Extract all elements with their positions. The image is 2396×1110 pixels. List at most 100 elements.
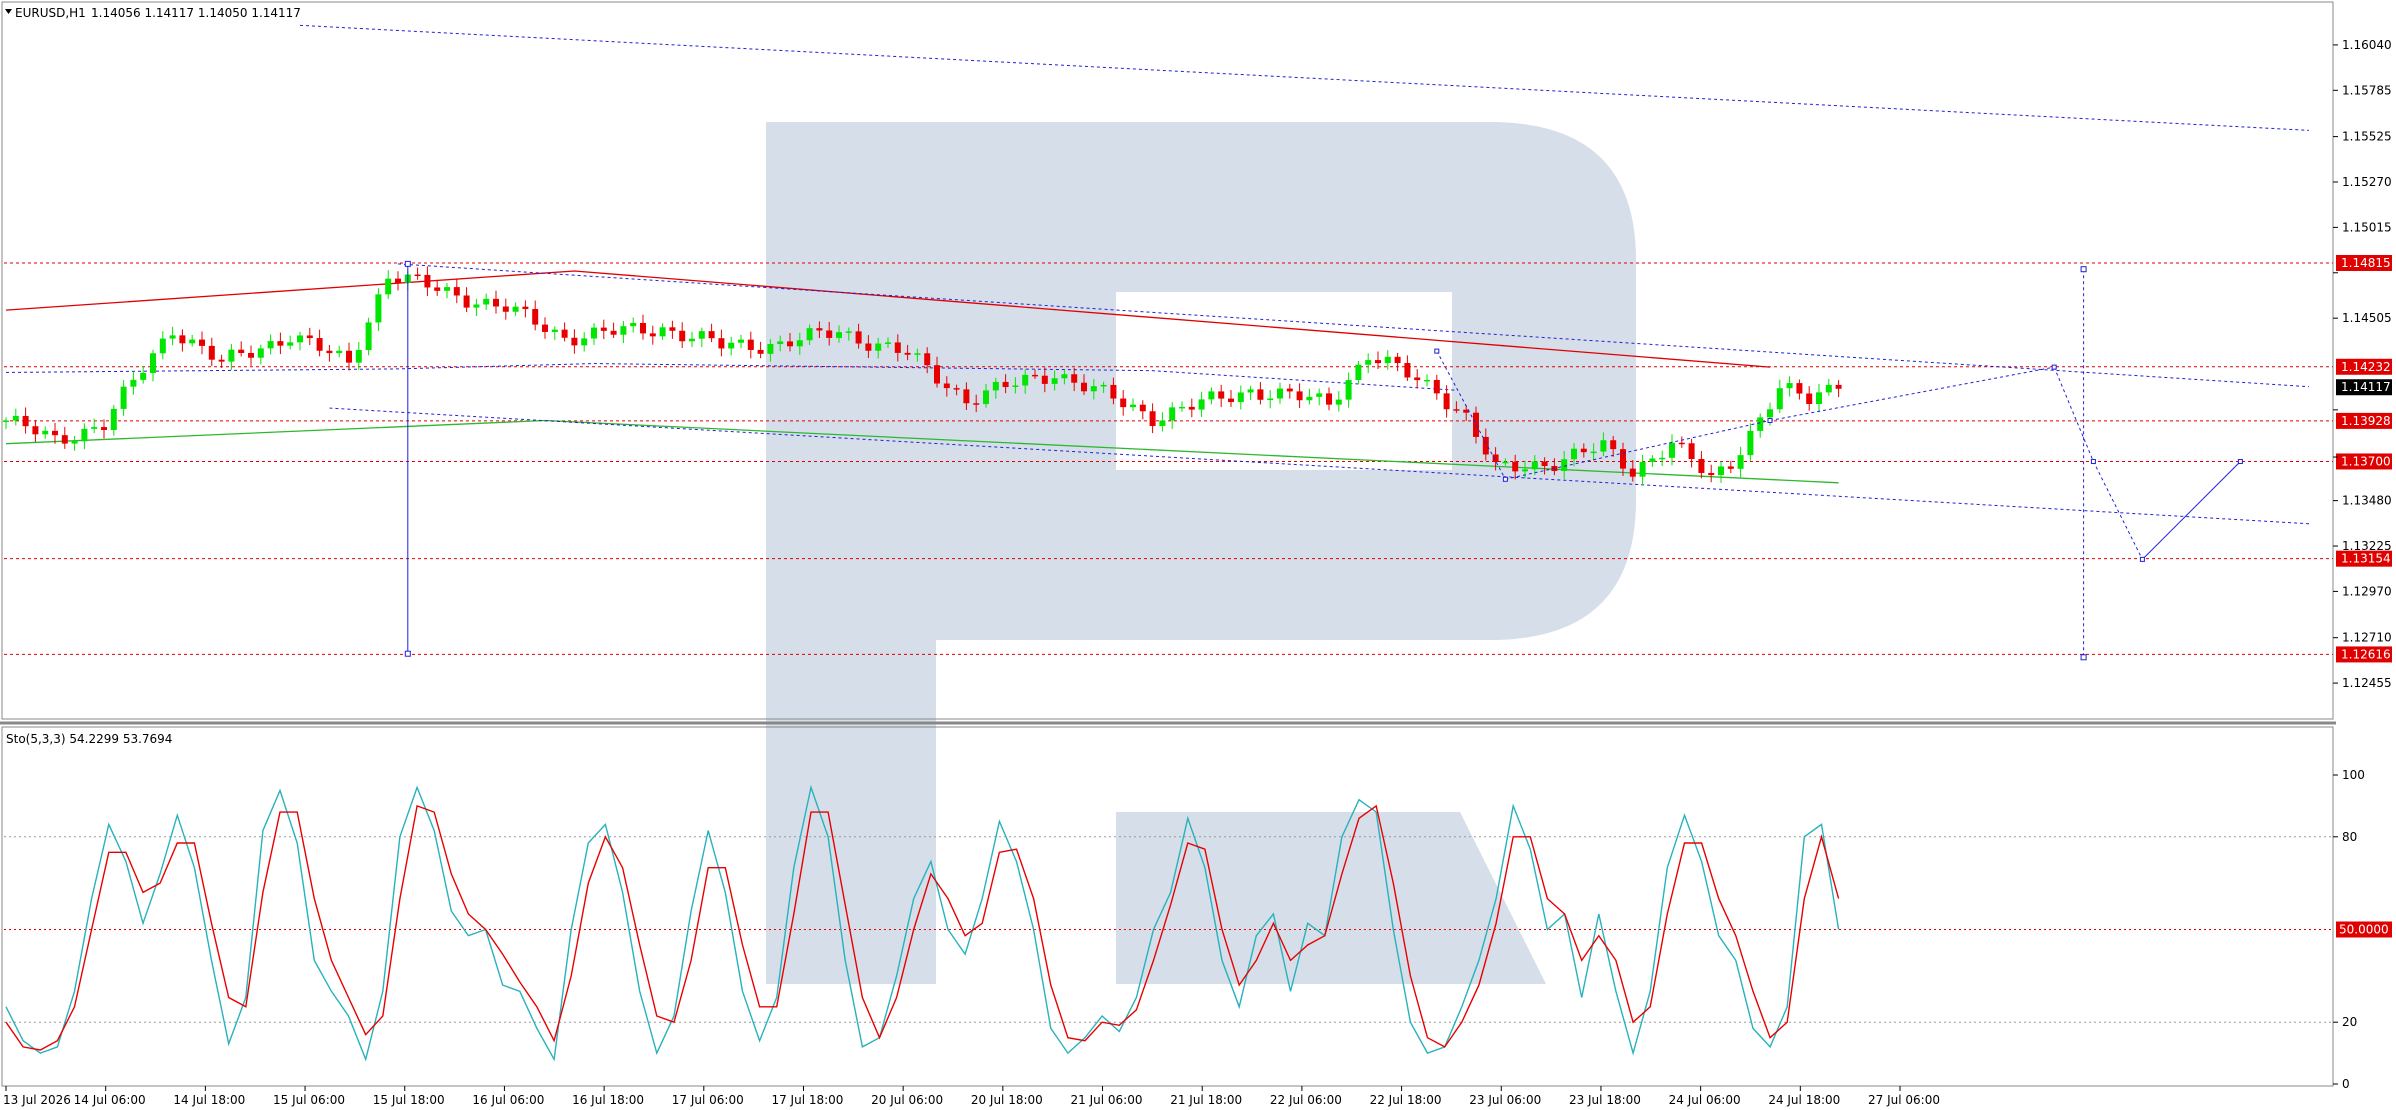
candle — [1424, 374, 1430, 387]
candle — [1130, 398, 1136, 412]
forecast-node — [2051, 364, 2057, 370]
candle-body — [963, 389, 970, 404]
chart-header: EURUSD,H1 1.14056 1.14117 1.14050 1.1411… — [5, 6, 301, 20]
trading-chart[interactable]: 1.14815 1.14232 1.13928 1.13700 1.13154 1.126… — [0, 0, 2396, 1110]
candle-body — [52, 430, 58, 436]
candle-body — [365, 322, 372, 351]
candle-body — [836, 332, 842, 338]
candle — [326, 344, 333, 362]
candle-body — [1796, 383, 1803, 394]
price-axis: 1.14815 1.14232 1.13928 1.13700 1.13154 1.126… — [2333, 38, 2392, 690]
forecast-node — [1502, 476, 1508, 482]
candle-body — [1139, 404, 1146, 412]
candle — [640, 314, 646, 340]
candle — [1267, 390, 1274, 409]
candle — [581, 332, 588, 352]
candle — [1816, 383, 1822, 413]
candle — [1218, 384, 1225, 408]
candle-body — [61, 435, 68, 444]
time-tick-label: 20 Jul 06:00 — [871, 1093, 943, 1107]
candle — [610, 322, 617, 338]
candle — [1698, 451, 1705, 479]
candle-body — [1326, 393, 1332, 405]
time-tick-label: 16 Jul 18:00 — [572, 1093, 644, 1107]
candle — [1198, 391, 1205, 417]
candle-body — [1237, 392, 1244, 403]
candle — [336, 345, 343, 358]
candle-body — [924, 353, 931, 366]
candle — [365, 317, 372, 356]
candle — [1678, 436, 1685, 448]
candle-body — [826, 330, 833, 338]
candle-body — [287, 342, 294, 346]
dropdown-triangle-icon[interactable] — [5, 9, 12, 14]
candle-body — [1718, 466, 1724, 476]
time-tick-label: 22 Jul 06:00 — [1270, 1093, 1342, 1107]
candle — [502, 298, 509, 320]
candle-body — [512, 306, 519, 312]
time-axis: 13 Jul 2026 14 Jul 06:00 14 Jul 18:00 15 Ju… — [3, 1086, 1940, 1107]
stochastic-axis: 50.0000 100 80 20 0 — [2333, 768, 2392, 1091]
candle-body — [1639, 461, 1646, 477]
candle — [159, 331, 166, 360]
candle-body — [591, 327, 597, 339]
candle — [708, 323, 715, 343]
candle — [1639, 454, 1646, 486]
candle-body — [32, 426, 39, 435]
candle-body — [1179, 406, 1185, 409]
stochastic-label: Sto(5,3,3) 54.2299 53.7694 — [6, 732, 172, 746]
candle-body — [1620, 449, 1626, 469]
candle-body — [228, 349, 235, 362]
candle — [1776, 379, 1783, 414]
candle-body — [375, 294, 382, 323]
candle — [444, 282, 450, 299]
trendline — [299, 24, 2310, 131]
candle — [257, 344, 264, 365]
candle-body — [865, 343, 872, 351]
candle-body — [1727, 466, 1734, 469]
range-marker-handle — [2080, 266, 2087, 273]
candle-body — [1022, 374, 1029, 386]
time-tick-label: 23 Jul 18:00 — [1569, 1093, 1641, 1107]
range-marker-handle — [404, 260, 411, 267]
time-tick-label: 24 Jul 18:00 — [1768, 1093, 1840, 1107]
candle — [747, 331, 754, 359]
candle — [532, 300, 539, 331]
candle-body — [1669, 442, 1675, 458]
candle-body — [620, 326, 627, 335]
candle — [375, 288, 382, 331]
candle — [1404, 355, 1411, 381]
candle-body — [22, 415, 29, 427]
candle — [669, 320, 676, 339]
candle-body — [326, 350, 333, 354]
forecast-node — [2090, 458, 2096, 464]
candle — [522, 300, 529, 318]
candle-body — [1737, 455, 1744, 469]
stochastic-tick-label: 20 — [2342, 1015, 2357, 1029]
candle-body — [1169, 407, 1176, 421]
candle-body — [306, 335, 313, 339]
candle — [238, 341, 245, 357]
candle-body — [1473, 412, 1479, 437]
candle-body — [649, 333, 656, 337]
candle-body — [218, 359, 225, 362]
candle — [649, 325, 656, 345]
forecast-segment — [2092, 461, 2143, 560]
price-tick-label: 1.12970 — [2342, 584, 2392, 598]
candle-body — [1345, 380, 1352, 400]
candle-body — [1394, 356, 1401, 364]
price-tick-label: 1.12455 — [2342, 676, 2392, 690]
candle-body — [42, 430, 49, 435]
candle — [248, 345, 254, 366]
candle — [453, 279, 460, 304]
candle — [120, 380, 127, 416]
time-tick-label: 14 Jul 18:00 — [173, 1093, 245, 1107]
price-tick-label: 1.13225 — [2342, 539, 2392, 553]
candle — [1659, 450, 1666, 466]
candle — [483, 293, 490, 310]
candle-body — [757, 349, 764, 354]
candle-body — [1071, 374, 1078, 383]
candle — [414, 267, 421, 280]
time-tick-label: 15 Jul 18:00 — [373, 1093, 445, 1107]
current-price-label: 1.14117 — [2341, 380, 2391, 394]
